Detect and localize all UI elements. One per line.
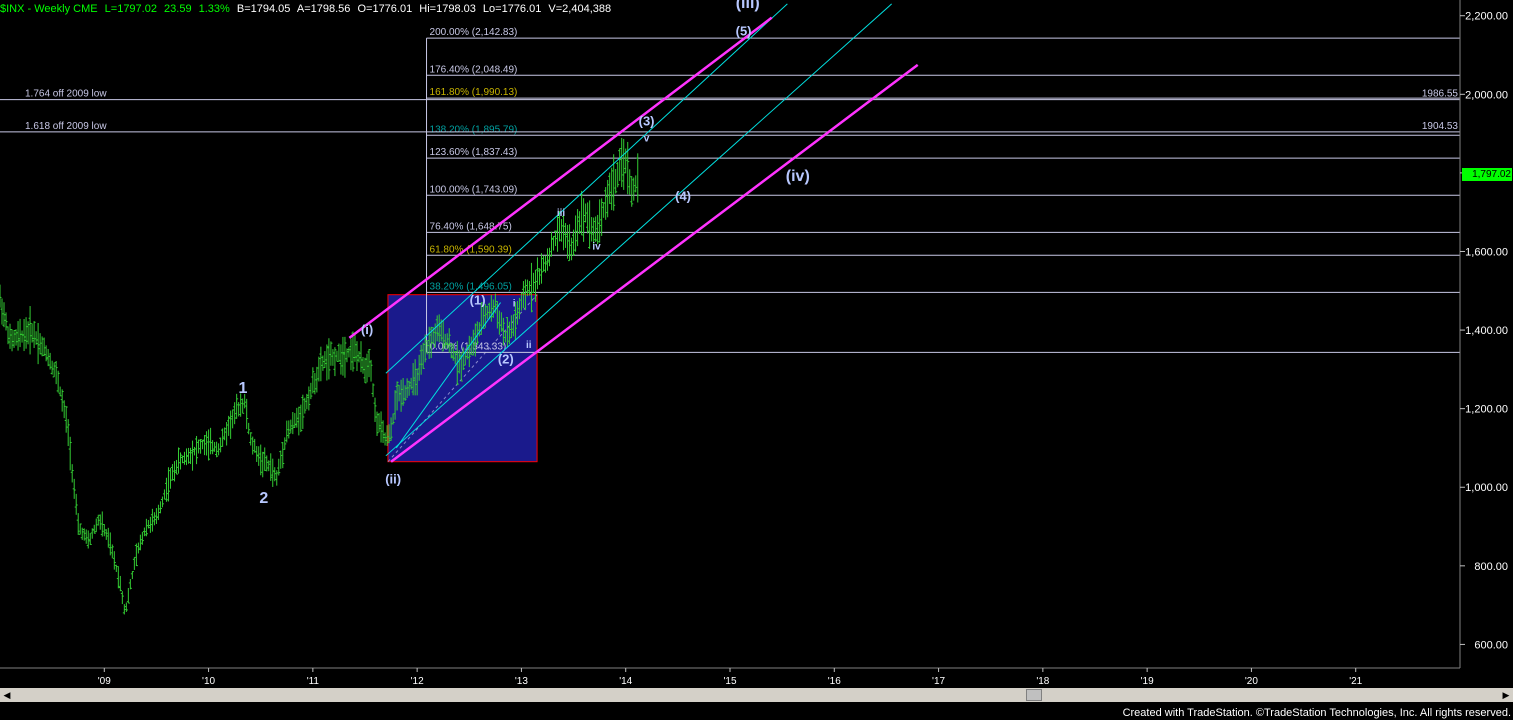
y-tick-label: 600.00: [1474, 639, 1508, 651]
wave-label: 1: [239, 380, 248, 397]
bid-value: B=1794.05: [236, 3, 291, 15]
wave-label: (ii): [385, 471, 401, 486]
x-tick-label: '18: [1036, 676, 1049, 687]
last-price: L=1797.02: [104, 3, 157, 15]
x-tick-label: '15: [723, 676, 736, 687]
analysis-box-layer: [387, 294, 538, 463]
fib-level-label: 123.60% (1,837.43): [430, 147, 518, 158]
x-tick-label: '11: [307, 676, 320, 687]
fib-level-label: 138.20% (1,895.79): [430, 124, 518, 135]
wave-label: i: [513, 298, 516, 309]
x-tick-label: '12: [411, 676, 424, 687]
scroll-left-icon[interactable]: ◀: [0, 688, 14, 702]
projection-level-label: 1.764 off 2009 low: [25, 89, 107, 100]
low-value: Lo=1776.01: [482, 3, 542, 15]
wave-label: (2): [498, 351, 514, 366]
horizontal-scrollbar[interactable]: ◀ ▶: [0, 688, 1513, 702]
x-tick-label: '09: [98, 676, 111, 687]
projection-level-value: 1986.55: [1422, 89, 1459, 100]
projection-level-label: 1.618 off 2009 low: [25, 121, 107, 132]
wave-label: (1): [470, 293, 486, 308]
y-tick-label: 800.00: [1474, 561, 1508, 573]
price-chart: 200.00% (2,142.83) 176.40% (2,048.49) 161.…: [0, 0, 1508, 687]
scroll-right-icon[interactable]: ▶: [1499, 688, 1513, 702]
ask-value: A=1798.56: [296, 3, 351, 15]
x-tick-label: '10: [202, 676, 215, 687]
change-value: 23.59: [164, 3, 192, 15]
fib-level-label: 38.20% (1,496.05): [430, 281, 512, 292]
symbol-label: $INX - Weekly CME: [0, 3, 98, 15]
wave-label: 2: [259, 490, 268, 507]
x-tick-label: '20: [1245, 676, 1258, 687]
wave-label: (3): [639, 114, 655, 129]
plot-background: [0, 0, 1460, 668]
wave-label: ii: [526, 340, 532, 351]
change-percent: 1.33%: [198, 3, 230, 15]
high-value: Hi=1798.03: [419, 3, 476, 15]
y-tick-label: 1,400.00: [1465, 325, 1508, 337]
x-tick-label: '14: [619, 676, 632, 687]
x-tick-label: '19: [1141, 676, 1154, 687]
wave-label: iii: [557, 208, 566, 219]
chart-header: $INX - Weekly CME L=1797.02 23.59 1.33% …: [0, 0, 1460, 18]
fib-level-label: 0.00% (1,343.33): [430, 341, 507, 352]
footer-credit: Created with TradeStation. ©TradeStation…: [1122, 707, 1511, 719]
y-tick-label: 1,200.00: [1465, 404, 1508, 416]
x-axis: '09 '10 '11 '12 '13 '14 '15 '16 '17 '18 '19 '20 '21: [98, 668, 1363, 687]
x-tick-label: '17: [932, 676, 945, 687]
wave-label: (5): [736, 23, 752, 38]
wave-label: iv: [592, 242, 601, 253]
y-tick-label: 2,200.00: [1465, 11, 1508, 23]
fib-level-label: 100.00% (1,743.09): [430, 184, 518, 195]
last-price-tag: 1,797.02: [1462, 168, 1512, 182]
fib-level-label: 200.00% (2,142.83): [430, 27, 518, 38]
scrollbar-thumb[interactable]: [1026, 689, 1042, 701]
x-tick-label: '21: [1349, 676, 1362, 687]
wave-label: (iv): [786, 168, 810, 185]
x-tick-label: '16: [828, 676, 841, 687]
fib-level-label: 176.40% (2,048.49): [430, 64, 518, 75]
projection-level-value: 1904.53: [1422, 121, 1459, 132]
fib-level-label: 161.80% (1,990.13): [430, 87, 518, 98]
y-tick-label: 2,000.00: [1465, 89, 1508, 101]
open-value: O=1776.01: [357, 3, 413, 15]
x-tick-label: '13: [515, 676, 528, 687]
wave-label: v: [644, 133, 650, 144]
wave-label: (4): [675, 188, 691, 203]
y-tick-label: 1,600.00: [1465, 246, 1508, 258]
wave-label: (i): [361, 322, 373, 337]
volume-value: V=2,404,388: [548, 3, 612, 15]
y-tick-label: 1,000.00: [1465, 482, 1508, 494]
